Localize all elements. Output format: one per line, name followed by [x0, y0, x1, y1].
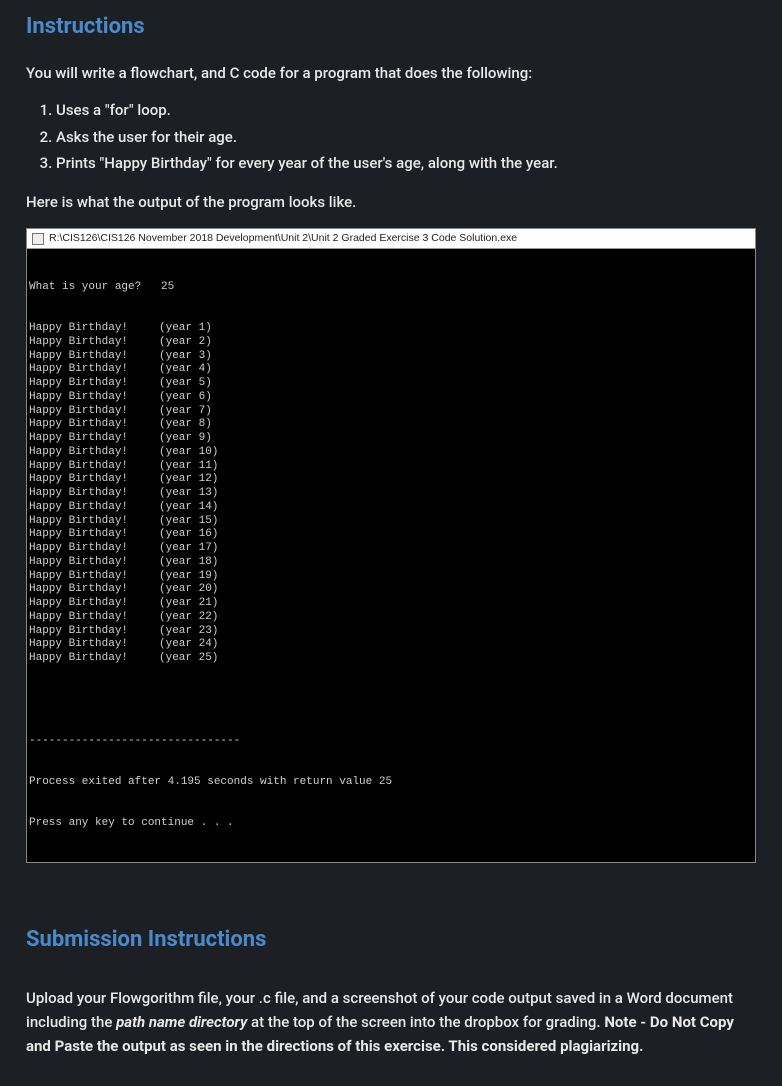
terminal-year: (year 4): [159, 363, 212, 377]
terminal-line: Happy Birthday!(year 22): [29, 611, 753, 625]
terminal-msg: Happy Birthday!: [29, 460, 159, 474]
terminal-line: Happy Birthday!(year 12): [29, 473, 753, 487]
submission-path-phrase: path name directory: [116, 1013, 247, 1031]
terminal-year: (year 25): [159, 652, 218, 666]
terminal-line: Happy Birthday!(year 18): [29, 556, 753, 570]
terminal-msg: Happy Birthday!: [29, 350, 159, 364]
list-item: Uses a "for" loop.: [56, 99, 756, 122]
terminal-line: Happy Birthday!(year 7): [29, 405, 753, 419]
terminal-line: Happy Birthday!(year 15): [29, 515, 753, 529]
terminal-year: (year 16): [159, 528, 218, 542]
terminal-year: (year 24): [159, 638, 218, 652]
terminal-year: (year 7): [159, 405, 212, 419]
terminal-line: Happy Birthday!(year 24): [29, 638, 753, 652]
terminal-line: Happy Birthday!(year 8): [29, 418, 753, 432]
terminal-msg: Happy Birthday!: [29, 611, 159, 625]
list-item: Asks the user for their age.: [56, 126, 756, 149]
terminal-window: R:\CIS126\CIS126 November 2018 Developme…: [26, 228, 756, 863]
terminal-msg: Happy Birthday!: [29, 542, 159, 556]
terminal-line: Happy Birthday!(year 13): [29, 487, 753, 501]
terminal-msg: Happy Birthday!: [29, 446, 159, 460]
terminal-year: (year 11): [159, 460, 218, 474]
terminal-line: Happy Birthday!(year 2): [29, 336, 753, 350]
terminal-year: (year 12): [159, 473, 218, 487]
terminal-line: Happy Birthday!(year 25): [29, 652, 753, 666]
terminal-msg: Happy Birthday!: [29, 625, 159, 639]
terminal-line: Happy Birthday!(year 19): [29, 570, 753, 584]
terminal-msg: Happy Birthday!: [29, 377, 159, 391]
terminal-msg: Happy Birthday!: [29, 322, 159, 336]
output-intro: Here is what the output of the program l…: [26, 191, 756, 214]
terminal-year: (year 18): [159, 556, 218, 570]
instructions-intro: You will write a flowchart, and C code f…: [26, 62, 756, 85]
terminal-year: (year 3): [159, 350, 212, 364]
terminal-year: (year 2): [159, 336, 212, 350]
submission-paragraph: Upload your Flowgorithm file, your .c fi…: [26, 986, 756, 1058]
terminal-year: (year 17): [159, 542, 218, 556]
terminal-msg: Happy Birthday!: [29, 363, 159, 377]
terminal-body: What is your age? 25 Happy Birthday!(yea…: [27, 249, 755, 862]
terminal-msg: Happy Birthday!: [29, 570, 159, 584]
terminal-year: (year 20): [159, 583, 218, 597]
terminal-msg: Happy Birthday!: [29, 638, 159, 652]
terminal-msg: Happy Birthday!: [29, 515, 159, 529]
terminal-line: Happy Birthday!(year 10): [29, 446, 753, 460]
terminal-msg: Happy Birthday!: [29, 528, 159, 542]
terminal-line: Happy Birthday!(year 11): [29, 460, 753, 474]
submission-heading: Submission Instructions: [26, 923, 756, 957]
terminal-line: Happy Birthday!(year 4): [29, 363, 753, 377]
terminal-line: Happy Birthday!(year 1): [29, 322, 753, 336]
terminal-year: (year 8): [159, 418, 212, 432]
terminal-msg: Happy Birthday!: [29, 405, 159, 419]
terminal-divider: --------------------------------: [29, 735, 753, 749]
terminal-line: Happy Birthday!(year 3): [29, 350, 753, 364]
terminal-msg: Happy Birthday!: [29, 487, 159, 501]
terminal-year: (year 23): [159, 625, 218, 639]
terminal-year: (year 15): [159, 515, 218, 529]
terminal-year: (year 9): [159, 432, 212, 446]
terminal-output-lines: Happy Birthday!(year 1)Happy Birthday!(y…: [29, 322, 753, 666]
terminal-prompt: What is your age? 25: [29, 281, 753, 295]
terminal-line: Happy Birthday!(year 9): [29, 432, 753, 446]
terminal-msg: Happy Birthday!: [29, 583, 159, 597]
terminal-titlebar: R:\CIS126\CIS126 November 2018 Developme…: [27, 229, 755, 249]
terminal-year: (year 5): [159, 377, 212, 391]
terminal-year: (year 10): [159, 446, 218, 460]
terminal-line: Happy Birthday!(year 17): [29, 542, 753, 556]
terminal-msg: Happy Birthday!: [29, 556, 159, 570]
terminal-line: Happy Birthday!(year 21): [29, 597, 753, 611]
terminal-year: (year 13): [159, 487, 218, 501]
terminal-line: Happy Birthday!(year 16): [29, 528, 753, 542]
terminal-year: (year 19): [159, 570, 218, 584]
terminal-line: Happy Birthday!(year 6): [29, 391, 753, 405]
instructions-heading: Instructions: [26, 10, 756, 44]
terminal-year: (year 14): [159, 501, 218, 515]
terminal-msg: Happy Birthday!: [29, 432, 159, 446]
terminal-exit-line: Process exited after 4.195 seconds with …: [29, 776, 753, 790]
terminal-year: (year 21): [159, 597, 218, 611]
terminal-msg: Happy Birthday!: [29, 418, 159, 432]
terminal-msg: Happy Birthday!: [29, 336, 159, 350]
terminal-year: (year 1): [159, 322, 212, 336]
terminal-line: Happy Birthday!(year 5): [29, 377, 753, 391]
instructions-list: Uses a "for" loop. Asks the user for the…: [44, 99, 756, 175]
list-item: Prints "Happy Birthday" for every year o…: [56, 152, 756, 175]
terminal-line: Happy Birthday!(year 20): [29, 583, 753, 597]
terminal-msg: Happy Birthday!: [29, 597, 159, 611]
terminal-msg: Happy Birthday!: [29, 391, 159, 405]
terminal-year: (year 22): [159, 611, 218, 625]
terminal-msg: Happy Birthday!: [29, 473, 159, 487]
terminal-blank: [29, 693, 753, 707]
terminal-press-line: Press any key to continue . . .: [29, 817, 753, 831]
terminal-line: Happy Birthday!(year 23): [29, 625, 753, 639]
terminal-msg: Happy Birthday!: [29, 501, 159, 515]
terminal-year: (year 6): [159, 391, 212, 405]
terminal-msg: Happy Birthday!: [29, 652, 159, 666]
submission-mid: at the top of the screen into the dropbo…: [247, 1013, 604, 1031]
terminal-line: Happy Birthday!(year 14): [29, 501, 753, 515]
